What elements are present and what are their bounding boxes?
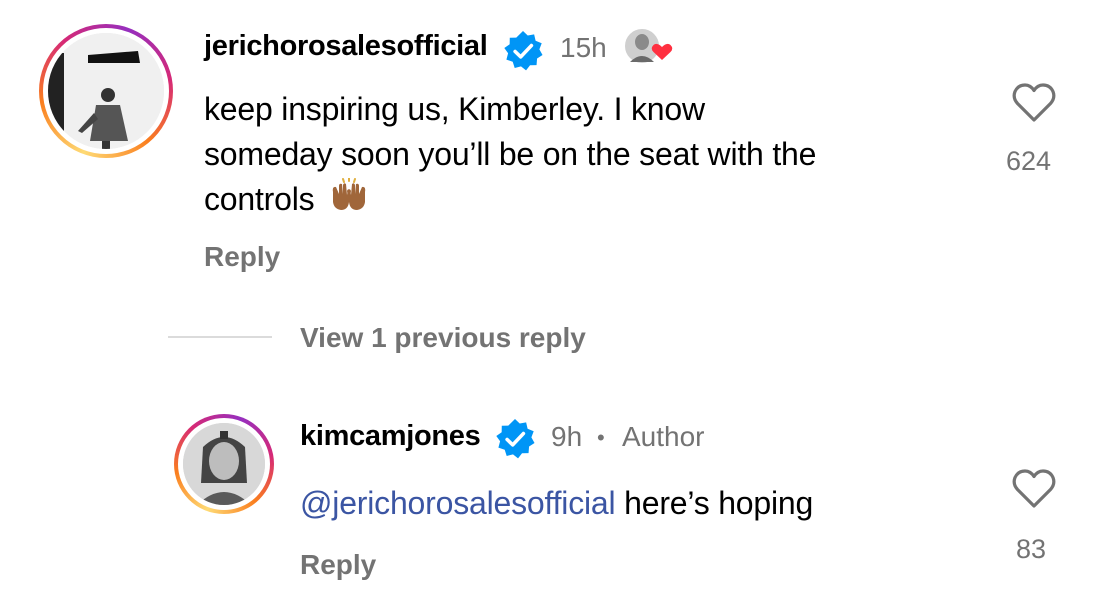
comment-text: @jerichorosalesofficial here’s hoping	[300, 481, 980, 526]
story-ring[interactable]	[39, 24, 173, 158]
comment-text: keep inspiring us, Kimberley. I know som…	[204, 87, 964, 222]
heart-outline-icon[interactable]	[1011, 467, 1057, 509]
verified-badge-icon	[504, 31, 543, 71]
comment-line-text: controls	[204, 181, 315, 217]
replies-divider	[168, 336, 272, 338]
avatar-photo	[183, 423, 265, 505]
comment-time: 15h	[560, 32, 607, 63]
comment-line: controls	[204, 177, 964, 222]
story-ring[interactable]	[174, 414, 274, 514]
separator-dot: •	[597, 425, 605, 450]
comment-username[interactable]: kimcamjones	[300, 420, 481, 453]
comment-body: here’s hoping	[624, 485, 814, 521]
raising-hands-emoji	[332, 177, 366, 210]
comment-line: someday soon you’ll be on the seat with …	[204, 136, 817, 172]
verified-badge-icon	[496, 419, 535, 459]
like-count: 624	[1006, 146, 1052, 176]
heart-outline-icon[interactable]	[1011, 81, 1057, 123]
mention-link[interactable]: @jerichorosalesofficial	[300, 485, 616, 521]
view-previous-replies-button[interactable]: View 1 previous reply	[300, 322, 586, 354]
avatar-photo	[48, 33, 164, 149]
comment-line: keep inspiring us, Kimberley. I know	[204, 91, 705, 127]
author-liked-avatar-heart-icon	[623, 27, 673, 65]
reply-button[interactable]: Reply	[300, 549, 376, 581]
reply-button[interactable]: Reply	[204, 241, 280, 273]
avatar[interactable]	[43, 28, 169, 154]
comment-time: 9h	[551, 421, 583, 452]
avatar[interactable]	[178, 418, 270, 510]
comment-username[interactable]: jerichorosalesofficial	[204, 30, 488, 63]
like-count: 83	[1016, 534, 1047, 564]
author-tag: Author	[622, 421, 705, 452]
